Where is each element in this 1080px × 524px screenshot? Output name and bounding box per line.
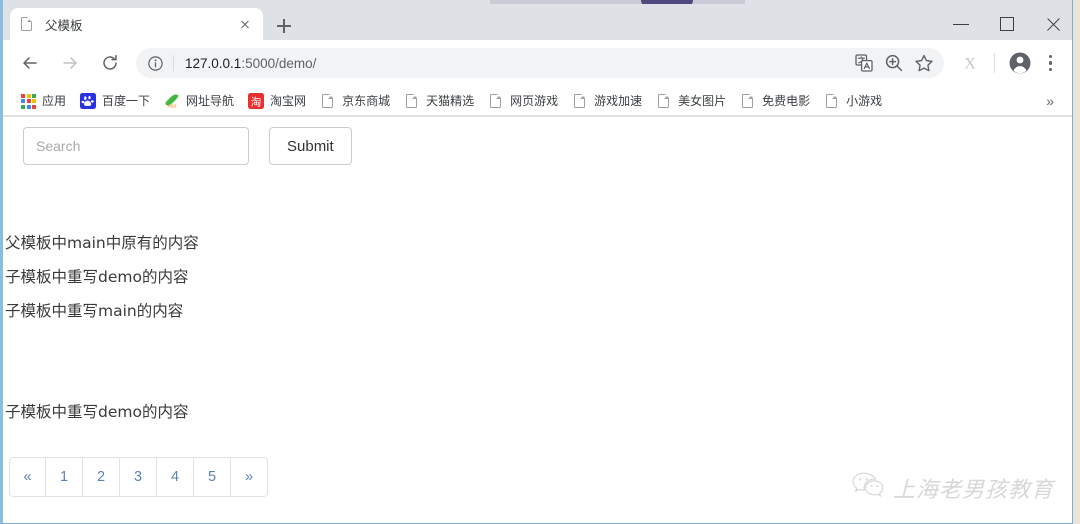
- pagination-page-2[interactable]: 2: [83, 457, 120, 497]
- reload-icon[interactable]: [93, 46, 127, 80]
- taobao-icon: 淘: [248, 92, 265, 109]
- bookmark-label: 小游戏: [846, 94, 883, 108]
- browser-window: 父模板 127.0.0.1:5000/demo/ X 应用 百度一下 hao 网…: [0, 0, 1073, 524]
- document-icon: [572, 93, 588, 109]
- content-line-4: 子模板中重写demo的内容: [5, 403, 189, 421]
- pagination: « 1 2 3 4 5 »: [9, 457, 268, 497]
- bookmark-label: 网址导航: [186, 94, 235, 108]
- svg-text:hao: hao: [168, 103, 177, 108]
- omnibox-divider: [173, 55, 174, 71]
- close-window-button[interactable]: [1030, 8, 1072, 40]
- bookmark-baidu[interactable]: 百度一下: [73, 89, 157, 113]
- maximize-button[interactable]: [984, 8, 1030, 40]
- hao123-icon: hao: [164, 93, 180, 109]
- url-path: :5000/demo/: [241, 55, 317, 71]
- document-icon: [824, 93, 840, 109]
- tab-strip: 父模板: [3, 4, 1072, 40]
- watermark: 上海老男孩教育: [851, 470, 1054, 505]
- pagination-page-3[interactable]: 3: [120, 457, 157, 497]
- content-line-1: 父模板中main中原有的内容: [5, 234, 199, 252]
- profile-avatar-icon[interactable]: [1005, 48, 1035, 78]
- bookmark-label: 天猫精选: [426, 94, 475, 108]
- close-icon[interactable]: [236, 15, 254, 33]
- new-tab-button[interactable]: [271, 13, 297, 39]
- bookmarks-overflow-chevron-icon[interactable]: »: [1040, 93, 1060, 109]
- bookmark-photos[interactable]: 美女图片: [649, 89, 733, 113]
- extension-x-icon[interactable]: X: [955, 48, 985, 78]
- translate-icon[interactable]: [850, 49, 878, 77]
- info-circle-icon[interactable]: [147, 55, 164, 72]
- browser-toolbar: 127.0.0.1:5000/demo/ X: [3, 40, 1072, 86]
- watermark-text: 上海老男孩教育: [892, 477, 1054, 503]
- bookmarks-bar: 应用 百度一下 hao 网址导航 淘 淘宝网 京东商城 天猫精选 网页游戏 游戏…: [3, 86, 1072, 116]
- baidu-paw-icon: [80, 92, 97, 109]
- document-icon: [656, 93, 672, 109]
- pagination-prev[interactable]: «: [9, 457, 46, 497]
- pagination-next[interactable]: »: [231, 457, 268, 497]
- toolbar-divider: [994, 53, 995, 73]
- minimize-button[interactable]: [938, 8, 984, 40]
- bookmark-movies[interactable]: 免费电影: [733, 89, 817, 113]
- bookmark-label: 京东商城: [342, 94, 391, 108]
- apps-grid-icon: [20, 93, 36, 109]
- tab-title: 父模板: [45, 18, 83, 33]
- url-host: 127.0.0.1: [185, 55, 242, 71]
- bookmark-label: 游戏加速: [594, 94, 643, 108]
- bookmark-star-icon[interactable]: [910, 49, 938, 77]
- bookmark-label: 网页游戏: [510, 94, 559, 108]
- bookmark-taobao[interactable]: 淘 淘宝网: [241, 89, 313, 113]
- content-line-3: 子模板中重写main的内容: [5, 302, 184, 320]
- document-icon: [19, 16, 35, 32]
- pagination-page-4[interactable]: 4: [157, 457, 194, 497]
- submit-button[interactable]: Submit: [269, 127, 352, 165]
- omnibox-actions: [848, 49, 938, 77]
- document-icon: [320, 93, 336, 109]
- wechat-icon: [851, 470, 885, 505]
- bookmark-minigames[interactable]: 小游戏: [817, 89, 889, 113]
- bookmark-webgames[interactable]: 网页游戏: [481, 89, 565, 113]
- svg-text:淘: 淘: [251, 95, 262, 108]
- bookmark-hao123[interactable]: hao 网址导航: [157, 89, 241, 113]
- content-line-2: 子模板中重写demo的内容: [5, 268, 189, 286]
- bookmark-label: 免费电影: [762, 94, 811, 108]
- address-bar[interactable]: 127.0.0.1:5000/demo/: [136, 48, 944, 78]
- bookmark-label: 应用: [42, 94, 67, 108]
- pagination-page-1[interactable]: 1: [46, 457, 83, 497]
- document-icon: [488, 93, 504, 109]
- bookmark-apps[interactable]: 应用: [13, 89, 73, 113]
- three-dot-menu-icon[interactable]: [1035, 46, 1065, 80]
- pagination-page-5[interactable]: 5: [194, 457, 231, 497]
- zoom-search-icon[interactable]: [880, 49, 908, 77]
- bookmark-jd[interactable]: 京东商城: [313, 89, 397, 113]
- search-form: Submit: [23, 127, 352, 165]
- browser-tab[interactable]: 父模板: [10, 8, 263, 40]
- page-viewport: Submit 父模板中main中原有的内容 子模板中重写demo的内容 子模板中…: [3, 117, 1072, 523]
- url-text: 127.0.0.1:5000/demo/: [185, 56, 316, 71]
- document-icon: [740, 93, 756, 109]
- bookmark-label: 淘宝网: [270, 94, 307, 108]
- bookmark-tmall[interactable]: 天猫精选: [397, 89, 481, 113]
- document-icon: [404, 93, 420, 109]
- bookmark-label: 百度一下: [102, 94, 151, 108]
- search-input[interactable]: [23, 127, 249, 165]
- forward-arrow-icon: [53, 46, 87, 80]
- svg-text:X: X: [964, 56, 976, 73]
- bookmark-gameaccel[interactable]: 游戏加速: [565, 89, 649, 113]
- bookmark-label: 美女图片: [678, 94, 727, 108]
- back-arrow-icon[interactable]: [13, 46, 47, 80]
